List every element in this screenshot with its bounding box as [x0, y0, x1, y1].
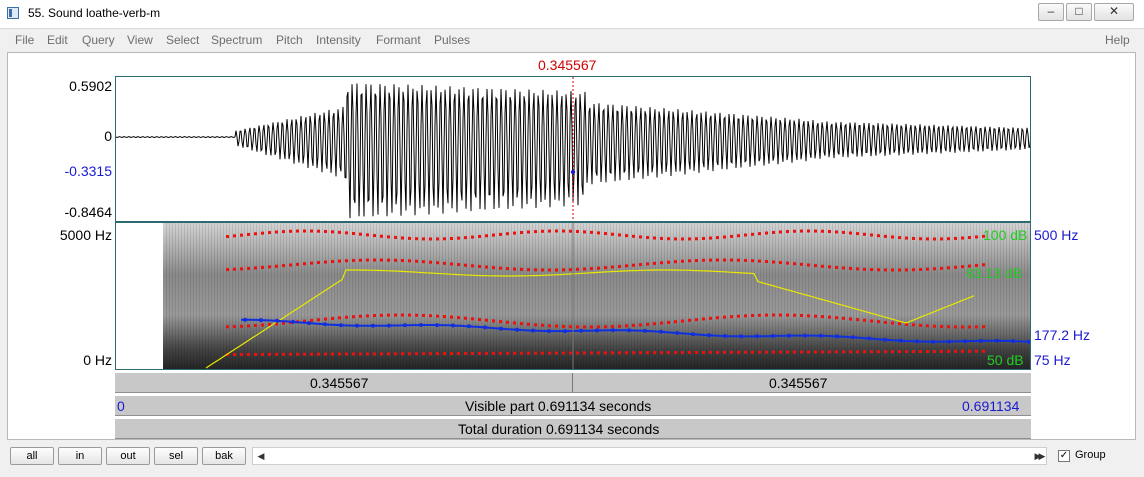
intensity-bottom-label: 50 dB	[987, 352, 1024, 368]
total-duration-bar[interactable]: Total duration 0.691134 seconds	[115, 418, 1031, 439]
menu-view[interactable]: View	[127, 33, 153, 47]
scroll-right-icon[interactable]: ▶	[1034, 448, 1050, 464]
menu-pulses[interactable]: Pulses	[434, 33, 470, 47]
visible-part-label: Visible part 0.691134 seconds	[465, 398, 652, 414]
intensity-top-label: 100 dB	[983, 227, 1028, 243]
right-segment-duration[interactable]: 0.345567	[769, 375, 827, 391]
zoom-selection-button[interactable]: sel	[154, 447, 198, 465]
menu-pitch[interactable]: Pitch	[276, 33, 303, 47]
menu-select[interactable]: Select	[166, 33, 199, 47]
pitch-top-label: 500 Hz	[1034, 227, 1079, 243]
maximize-icon: □	[1075, 4, 1083, 18]
spectrogram-panel[interactable]	[115, 222, 1031, 370]
check-icon: ✓	[1059, 450, 1069, 461]
zoom-all-button[interactable]: all	[10, 447, 54, 465]
group-checkbox[interactable]: ✓	[1058, 450, 1070, 462]
spectrogram-freq-top: 5000 Hz	[59, 227, 112, 243]
spectrogram-svg	[116, 223, 1030, 369]
time-scrollbar[interactable]: ◀ ▶	[252, 447, 1047, 465]
spectrogram-background	[163, 223, 1030, 369]
spectrogram-striations	[166, 223, 1028, 369]
waveform-y-cursor: -0.3315	[64, 163, 112, 179]
maximize-button[interactable]: □	[1066, 3, 1092, 21]
cursor-time-label: 0.345567	[538, 57, 597, 73]
waveform-panel[interactable]	[115, 76, 1031, 222]
segment-divider	[572, 373, 573, 392]
zoom-in-button[interactable]: in	[58, 447, 102, 465]
minimize-icon: –	[1047, 4, 1055, 18]
total-duration-label: Total duration 0.691134 seconds	[458, 421, 660, 437]
close-button[interactable]: ✕	[1094, 3, 1134, 21]
group-label: Group	[1075, 449, 1106, 461]
close-icon: ✕	[1108, 4, 1120, 18]
selection-segments-bar[interactable]: 0.345567 0.345567	[115, 372, 1031, 393]
menu-formant[interactable]: Formant	[376, 33, 421, 47]
window-title: 55. Sound loathe-verb-m	[28, 6, 161, 20]
menu-file[interactable]: File	[15, 33, 34, 47]
title-bar: 55. Sound loathe-verb-m – □ ✕	[0, 0, 1144, 29]
menu-edit[interactable]: Edit	[47, 33, 68, 47]
waveform-y-zero: 0	[104, 128, 112, 144]
visible-part-bar[interactable]: 0 Visible part 0.691134 seconds 0.691134	[115, 395, 1031, 416]
left-segment-duration[interactable]: 0.345567	[310, 375, 368, 391]
app-icon	[7, 7, 19, 19]
scroll-left-icon[interactable]: ◀	[253, 448, 269, 464]
visible-start-time: 0	[117, 398, 125, 414]
waveform-svg	[116, 77, 1030, 221]
visible-end-time: 0.691134	[962, 398, 1020, 414]
spectrogram-silence	[116, 223, 163, 369]
pitch-bottom-label: 75 Hz	[1034, 352, 1071, 368]
pitch-cursor-label: 177.2 Hz	[1034, 327, 1091, 343]
zoom-out-button[interactable]: out	[106, 447, 150, 465]
menu-spectrum[interactable]: Spectrum	[211, 33, 262, 47]
minimize-button[interactable]: –	[1038, 3, 1064, 21]
spectrogram-freq-bottom: 0 Hz	[83, 352, 112, 368]
zoom-back-button[interactable]: bak	[202, 447, 246, 465]
waveform-y-min: -0.8464	[64, 204, 112, 220]
waveform-cursor-point	[570, 169, 576, 175]
menu-intensity[interactable]: Intensity	[316, 33, 361, 47]
menu-bar: File Edit Query View Select Spectrum Pit…	[0, 30, 1144, 50]
bottom-controls: all in out sel bak ◀ ▶ ▶ ✓ Group	[0, 441, 1144, 477]
menu-help[interactable]: Help	[1105, 33, 1130, 47]
waveform-y-max: 0.5902	[69, 78, 112, 94]
intensity-cursor-label: 83.13 dB	[966, 265, 1023, 281]
menu-query[interactable]: Query	[82, 33, 115, 47]
